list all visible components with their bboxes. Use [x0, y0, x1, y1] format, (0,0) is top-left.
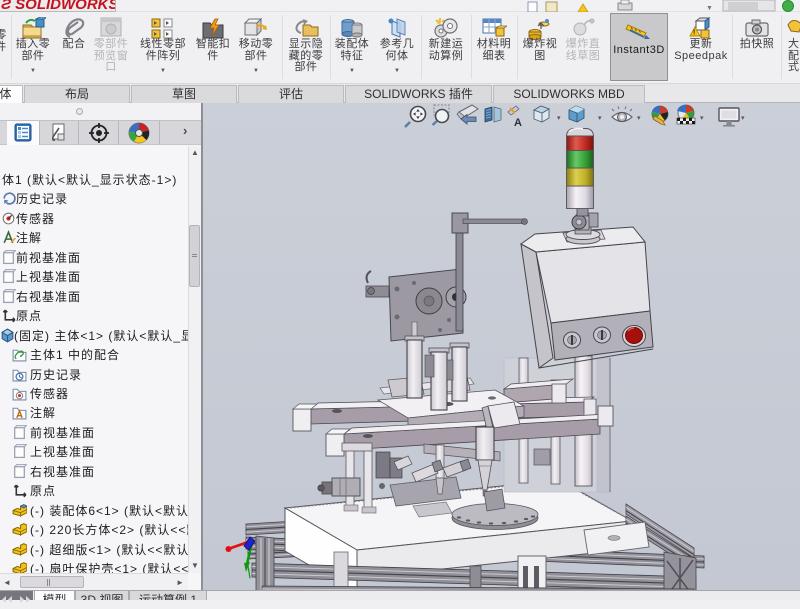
- svg-text:!: !: [693, 30, 695, 37]
- svg-text:A: A: [514, 117, 522, 129]
- svg-text:▾: ▾: [741, 115, 745, 122]
- svg-text:▼: ▼: [706, 5, 713, 12]
- svg-text:▾: ▾: [557, 115, 561, 122]
- svg-text:▾: ▾: [700, 115, 704, 122]
- svg-text:▾: ▾: [637, 115, 641, 122]
- svg-text:▾: ▾: [598, 115, 602, 122]
